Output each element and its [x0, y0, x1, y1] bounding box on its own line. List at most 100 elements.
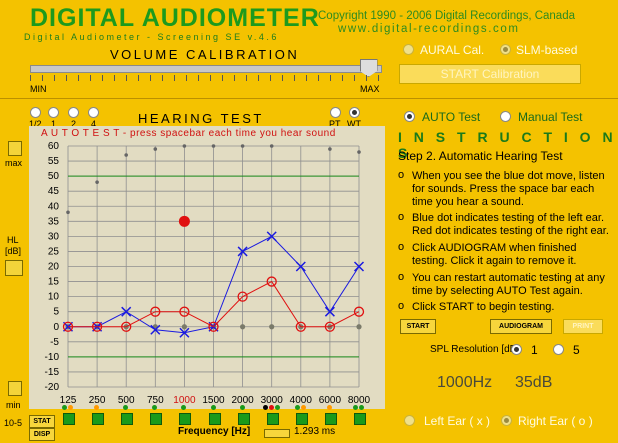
y-tick-label: 55: [48, 156, 60, 167]
spl-5-radio[interactable]: [553, 344, 564, 355]
current-test-dot: [178, 215, 190, 227]
ceiling-dot: [95, 180, 99, 184]
frequency-select-button[interactable]: [179, 413, 192, 425]
start-calibration-button[interactable]: START Calibration: [399, 64, 581, 84]
frequency-status-dot: [68, 405, 73, 410]
ceiling-dot: [211, 144, 216, 148]
left-ear-label: Left Ear ( x ): [424, 414, 491, 428]
step-10-5-label: 10-5: [4, 418, 23, 428]
frequency-select-button[interactable]: [63, 413, 75, 425]
frequency-select-button[interactable]: [150, 413, 163, 425]
hearing-test-title: HEARING TEST: [138, 111, 264, 126]
copyright-text: Copyright 1990 - 2006 Digital Recordings…: [318, 10, 575, 22]
frequency-status-dot: [268, 405, 274, 410]
x-tick-label: 8000: [348, 395, 371, 406]
manual-test-label: Manual Test: [518, 110, 583, 124]
ceiling-dot: [240, 144, 245, 148]
duration-slider[interactable]: [264, 429, 290, 438]
frequency-status-dot: [94, 405, 100, 410]
right-ear-label: Right Ear ( o ): [518, 414, 593, 428]
volume-max-label: MAX: [360, 84, 380, 94]
volume-calibration-label: VOLUME CALIBRATION: [110, 47, 300, 62]
disp-button[interactable]: DISP: [29, 428, 55, 441]
y-tick-label: -20: [45, 382, 60, 393]
zero-dot: [181, 324, 187, 330]
frequency-select-button[interactable]: [92, 413, 105, 425]
zero-dot: [269, 324, 275, 330]
frequency-status-dot: [294, 405, 300, 410]
frequency-status-dot: [210, 405, 216, 410]
y-tick-label: 10: [48, 292, 60, 303]
y-tick-label: -10: [45, 352, 60, 363]
manual-test-radio[interactable]: [500, 111, 511, 122]
level-readout: 35dB: [515, 374, 553, 391]
frequency-select-button[interactable]: [266, 413, 279, 425]
frequency-status-dot: [300, 405, 306, 410]
spl-1-label: 1: [531, 343, 538, 357]
frequency-status-dot: [262, 405, 268, 410]
wt-radio[interactable]: [349, 107, 360, 118]
frequency-readout: 1000Hz: [437, 374, 493, 391]
x-tick-label: 125: [60, 395, 77, 406]
y-tick-label: -5: [50, 337, 59, 348]
frequency-select-button[interactable]: [208, 413, 221, 425]
instruction-item: o Click AUDIOGRAM when finished testing. …: [398, 241, 577, 267]
level-max-button[interactable]: [8, 141, 22, 156]
frequency-select-button[interactable]: [295, 413, 308, 425]
y-tick-label: 50: [48, 171, 60, 182]
spl-1-radio[interactable]: [511, 344, 522, 355]
db-label: [dB]: [5, 246, 22, 256]
left-ear-radio[interactable]: [404, 415, 415, 426]
y-tick-label: 25: [48, 246, 60, 257]
auto-test-radio[interactable]: [404, 111, 415, 122]
frequency-status-dot: [123, 405, 129, 410]
level-slider-thumb[interactable]: [5, 260, 23, 276]
instruction-item: o When you see the blue dot move, listen …: [398, 169, 605, 208]
right-ear-radio[interactable]: [501, 415, 512, 426]
y-tick-label: 35: [48, 216, 60, 227]
divider: [0, 98, 618, 99]
frequency-select-button[interactable]: [121, 413, 134, 425]
level-min-label: min: [6, 400, 21, 410]
volume-min-label: MIN: [30, 84, 47, 94]
ceiling-dot: [328, 147, 332, 151]
y-tick-label: 45: [48, 186, 60, 197]
instruction-item: o Click START to begin testing.: [398, 300, 555, 313]
ceiling-dot: [124, 153, 128, 157]
frequency-select-button[interactable]: [354, 413, 366, 425]
start-button[interactable]: START: [400, 319, 436, 334]
step-radio-2[interactable]: [68, 107, 79, 118]
instructions-step: Step 2. Automatic Hearing Test: [398, 149, 563, 163]
volume-slider-track[interactable]: [30, 65, 382, 73]
aural-cal-radio[interactable]: [403, 44, 414, 55]
ceiling-dot: [269, 144, 274, 148]
spl-5-label: 5: [573, 343, 580, 357]
slm-based-label: SLM-based: [516, 43, 578, 57]
step-radio-half[interactable]: [30, 107, 41, 118]
frequency-status-dot: [181, 405, 187, 410]
instruction-item: o You can restart automatic testing at an…: [398, 271, 605, 297]
website-text: www.digital-recordings.com: [338, 23, 520, 35]
slm-based-radio[interactable]: [500, 44, 511, 55]
audiogram-svg: 605550454035302520151050-5-10-15-20125 25…: [45, 141, 371, 406]
print-button[interactable]: PRINT: [563, 319, 603, 334]
frequency-select-button[interactable]: [324, 413, 337, 425]
audiogram-button[interactable]: AUDIOGRAM: [490, 319, 552, 334]
x-tick-label: 4000: [290, 395, 313, 406]
ceiling-dot: [182, 144, 187, 148]
stat-button[interactable]: STAT: [29, 415, 55, 428]
pt-radio[interactable]: [330, 107, 341, 118]
y-tick-label: 40: [48, 201, 60, 212]
step-radio-4[interactable]: [88, 107, 99, 118]
instruction-item: o Blue dot indicates testing of the left …: [398, 211, 609, 237]
app-title: DIGITAL AUDIOMETER: [30, 4, 320, 32]
step-radio-1[interactable]: [48, 107, 59, 118]
frequency-select-button[interactable]: [237, 413, 250, 425]
app-subtitle: Digital Audiometer - Screening SE v.4.6: [24, 32, 279, 42]
y-tick-label: 0: [53, 322, 59, 333]
level-max-label: max: [5, 158, 23, 168]
ceiling-dot: [66, 210, 70, 215]
ceiling-dot: [357, 150, 361, 154]
y-tick-label: 30: [48, 231, 60, 242]
level-min-button[interactable]: [8, 381, 22, 396]
